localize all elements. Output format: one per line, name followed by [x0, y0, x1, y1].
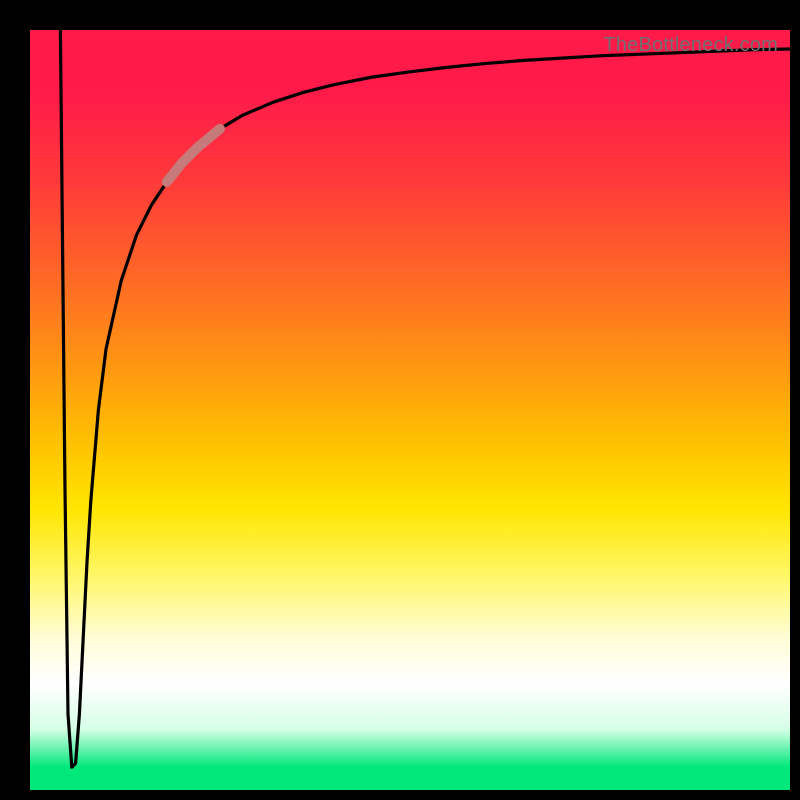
bottleneck-curve: [60, 30, 790, 767]
chart-frame: TheBottleneck.com: [0, 0, 800, 800]
highlight-segment: [167, 129, 220, 182]
curve-layer: [30, 30, 790, 790]
plot-area: TheBottleneck.com: [30, 30, 790, 790]
